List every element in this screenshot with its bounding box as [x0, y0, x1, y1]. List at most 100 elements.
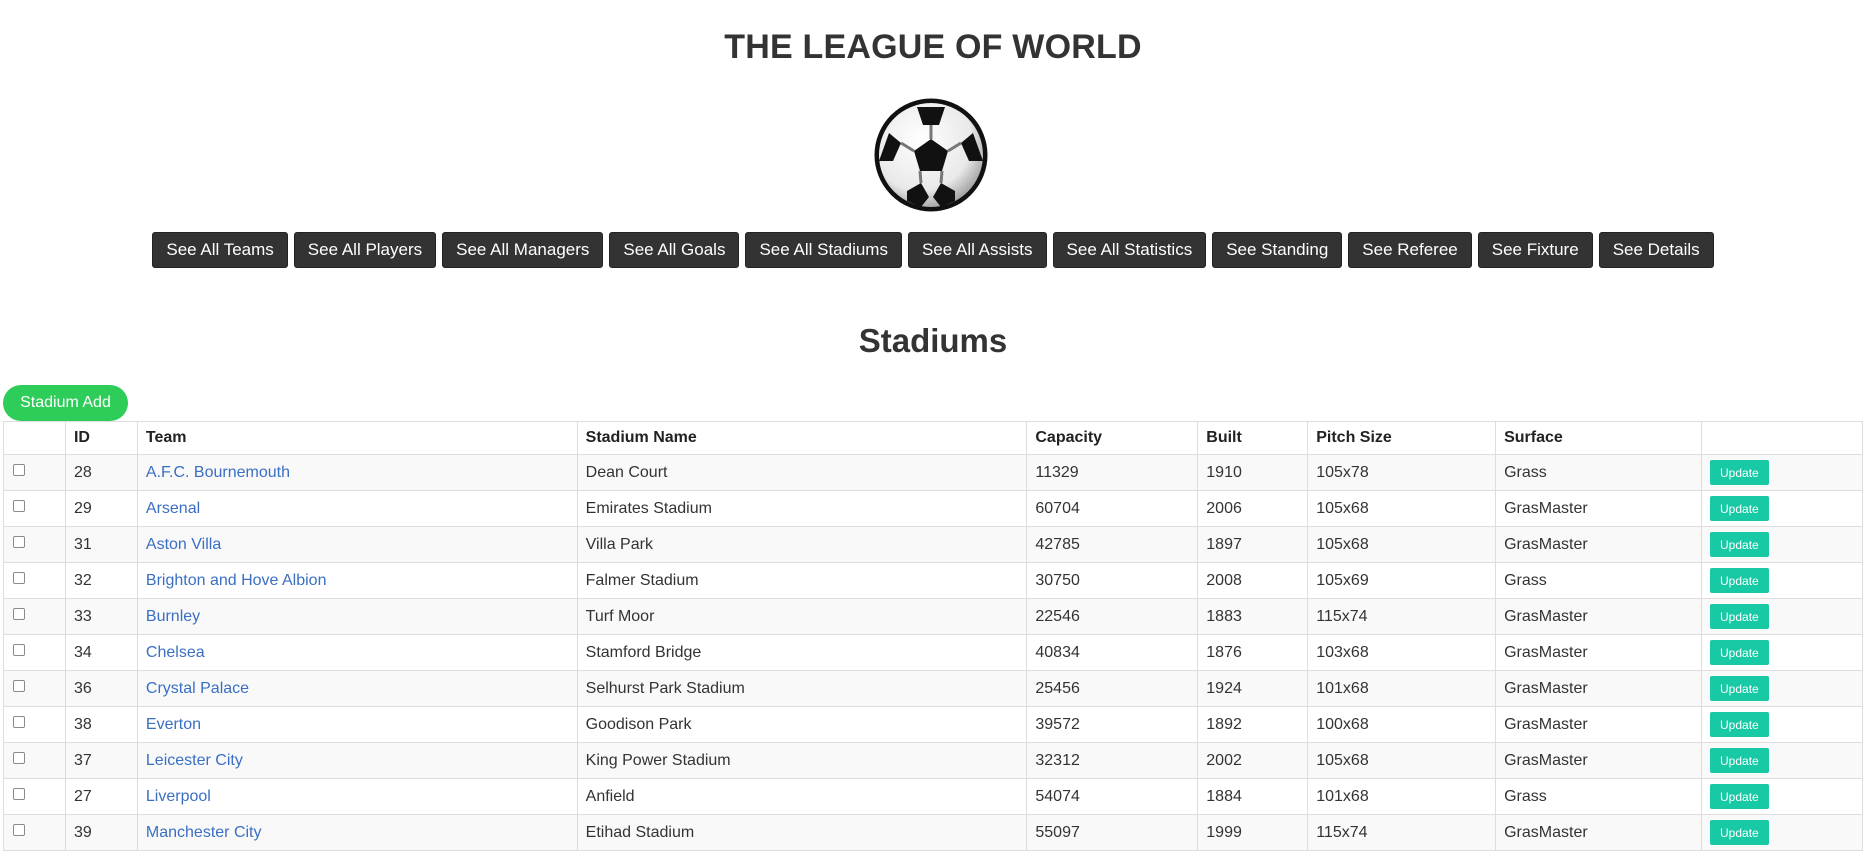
actions-cell: Update — [1701, 706, 1863, 743]
stadium-name-cell: Anfield — [576, 778, 1028, 815]
stadium-add-button[interactable]: Stadium Add — [3, 385, 128, 421]
page-title: Stadiums — [858, 322, 1008, 359]
pitch-size-cell: 105x68 — [1307, 742, 1497, 779]
column-header-team: Team — [136, 421, 578, 455]
see-details-button[interactable]: See Details — [1598, 232, 1714, 268]
surface-cell: Grass — [1495, 562, 1702, 599]
row-checkbox[interactable] — [13, 788, 25, 801]
update-button[interactable]: Update — [1710, 712, 1769, 737]
update-button[interactable]: Update — [1710, 460, 1769, 485]
built-cell: 1883 — [1197, 598, 1309, 635]
team-link[interactable]: Aston Villa — [146, 536, 221, 553]
team-link[interactable]: A.F.C. Bournemouth — [146, 464, 290, 481]
team-cell: Manchester City — [136, 814, 578, 851]
surface-cell: GrasMaster — [1495, 742, 1702, 779]
see-all-goals-button[interactable]: See All Goals — [609, 232, 740, 268]
update-button[interactable]: Update — [1710, 640, 1769, 665]
surface-cell: GrasMaster — [1495, 706, 1702, 743]
see-all-statistics-button[interactable]: See All Statistics — [1052, 232, 1207, 268]
stadium-name-cell: Falmer Stadium — [576, 562, 1028, 599]
id-cell: 39 — [64, 814, 138, 851]
update-button[interactable]: Update — [1710, 820, 1769, 845]
team-cell: Liverpool — [136, 778, 578, 815]
team-cell: Brighton and Hove Albion — [136, 562, 578, 599]
pitch-size-cell: 105x69 — [1307, 562, 1497, 599]
team-link[interactable]: Everton — [146, 716, 201, 733]
id-cell: 37 — [64, 742, 138, 779]
column-header-surface: Surface — [1495, 421, 1702, 455]
soccer-ball-icon — [873, 97, 989, 213]
see-all-teams-button[interactable]: See All Teams — [152, 232, 288, 268]
table-row: 38 Everton Goodison Park 39572 1892 100x68 Gra… — [3, 706, 1863, 743]
built-cell: 2006 — [1197, 490, 1309, 527]
built-cell: 1892 — [1197, 706, 1309, 743]
table-row: 34 Chelsea Stamford Bridge 40834 1876 103x68 G… — [3, 634, 1863, 671]
pitch-size-cell: 115x74 — [1307, 814, 1497, 851]
id-cell: 27 — [64, 778, 138, 815]
team-link[interactable]: Brighton and Hove Albion — [146, 572, 327, 589]
row-select-cell — [3, 670, 66, 707]
id-cell: 28 — [64, 454, 138, 491]
site-title: THE LEAGUE OF WORLD — [724, 28, 1142, 66]
table-row: 28 A.F.C. Bournemouth Dean Court 11329 1910 1… — [3, 454, 1863, 491]
update-button[interactable]: Update — [1710, 568, 1769, 593]
table-row: 39 Manchester City Etihad Stadium 55097 1999… — [3, 814, 1863, 851]
stadium-name-cell: Etihad Stadium — [576, 814, 1028, 851]
team-link[interactable]: Crystal Palace — [146, 680, 249, 697]
team-link[interactable]: Arsenal — [146, 500, 200, 517]
row-select-cell — [3, 634, 66, 671]
row-checkbox[interactable] — [13, 500, 25, 513]
team-cell: Arsenal — [136, 490, 578, 527]
team-link[interactable]: Liverpool — [146, 788, 211, 805]
row-select-cell — [3, 598, 66, 635]
team-link[interactable]: Chelsea — [146, 644, 205, 661]
see-all-players-button[interactable]: See All Players — [293, 232, 437, 268]
surface-cell: GrasMaster — [1495, 526, 1702, 563]
row-checkbox[interactable] — [13, 824, 25, 837]
row-checkbox[interactable] — [13, 680, 25, 693]
actions-cell: Update — [1701, 778, 1863, 815]
see-all-assists-button[interactable]: See All Assists — [907, 232, 1047, 268]
pitch-size-cell: 103x68 — [1307, 634, 1497, 671]
row-checkbox[interactable] — [13, 644, 25, 657]
pitch-size-cell: 105x68 — [1307, 526, 1497, 563]
see-fixture-button[interactable]: See Fixture — [1477, 232, 1593, 268]
see-standing-button[interactable]: See Standing — [1212, 232, 1343, 268]
see-referee-button[interactable]: See Referee — [1348, 232, 1472, 268]
update-button[interactable]: Update — [1710, 532, 1769, 557]
table-header-row: ID Team Stadium Name Capacity Built Pitc… — [3, 421, 1863, 455]
row-checkbox[interactable] — [13, 536, 25, 549]
pitch-size-cell: 105x68 — [1307, 490, 1497, 527]
update-button[interactable]: Update — [1710, 676, 1769, 701]
row-checkbox[interactable] — [13, 608, 25, 621]
capacity-cell: 55097 — [1026, 814, 1199, 851]
column-header-built: Built — [1197, 421, 1309, 455]
actions-cell: Update — [1701, 526, 1863, 563]
table-row: 29 Arsenal Emirates Stadium 60704 2006 105x68… — [3, 490, 1863, 527]
see-all-managers-button[interactable]: See All Managers — [442, 232, 604, 268]
row-select-cell — [3, 814, 66, 851]
row-checkbox[interactable] — [13, 752, 25, 765]
row-checkbox[interactable] — [13, 464, 25, 477]
id-cell: 29 — [64, 490, 138, 527]
update-button[interactable]: Update — [1710, 784, 1769, 809]
surface-cell: Grass — [1495, 454, 1702, 491]
team-link[interactable]: Manchester City — [146, 824, 262, 841]
capacity-cell: 40834 — [1026, 634, 1199, 671]
column-header-stadium-name: Stadium Name — [576, 421, 1028, 455]
team-link[interactable]: Leicester City — [146, 752, 243, 769]
id-cell: 34 — [64, 634, 138, 671]
see-all-stadiums-button[interactable]: See All Stadiums — [745, 232, 902, 268]
built-cell: 2008 — [1197, 562, 1309, 599]
stadiums-table: ID Team Stadium Name Capacity Built Pitc… — [3, 421, 1863, 851]
row-checkbox[interactable] — [13, 572, 25, 585]
team-link[interactable]: Burnley — [146, 608, 200, 625]
update-button[interactable]: Update — [1710, 748, 1769, 773]
update-button[interactable]: Update — [1710, 496, 1769, 521]
table-row: 27 Liverpool Anfield 54074 1884 101x68 Grass Up… — [3, 778, 1863, 815]
update-button[interactable]: Update — [1710, 604, 1769, 629]
row-checkbox[interactable] — [13, 716, 25, 729]
built-cell: 1876 — [1197, 634, 1309, 671]
capacity-cell: 39572 — [1026, 706, 1199, 743]
row-select-cell — [3, 454, 66, 491]
